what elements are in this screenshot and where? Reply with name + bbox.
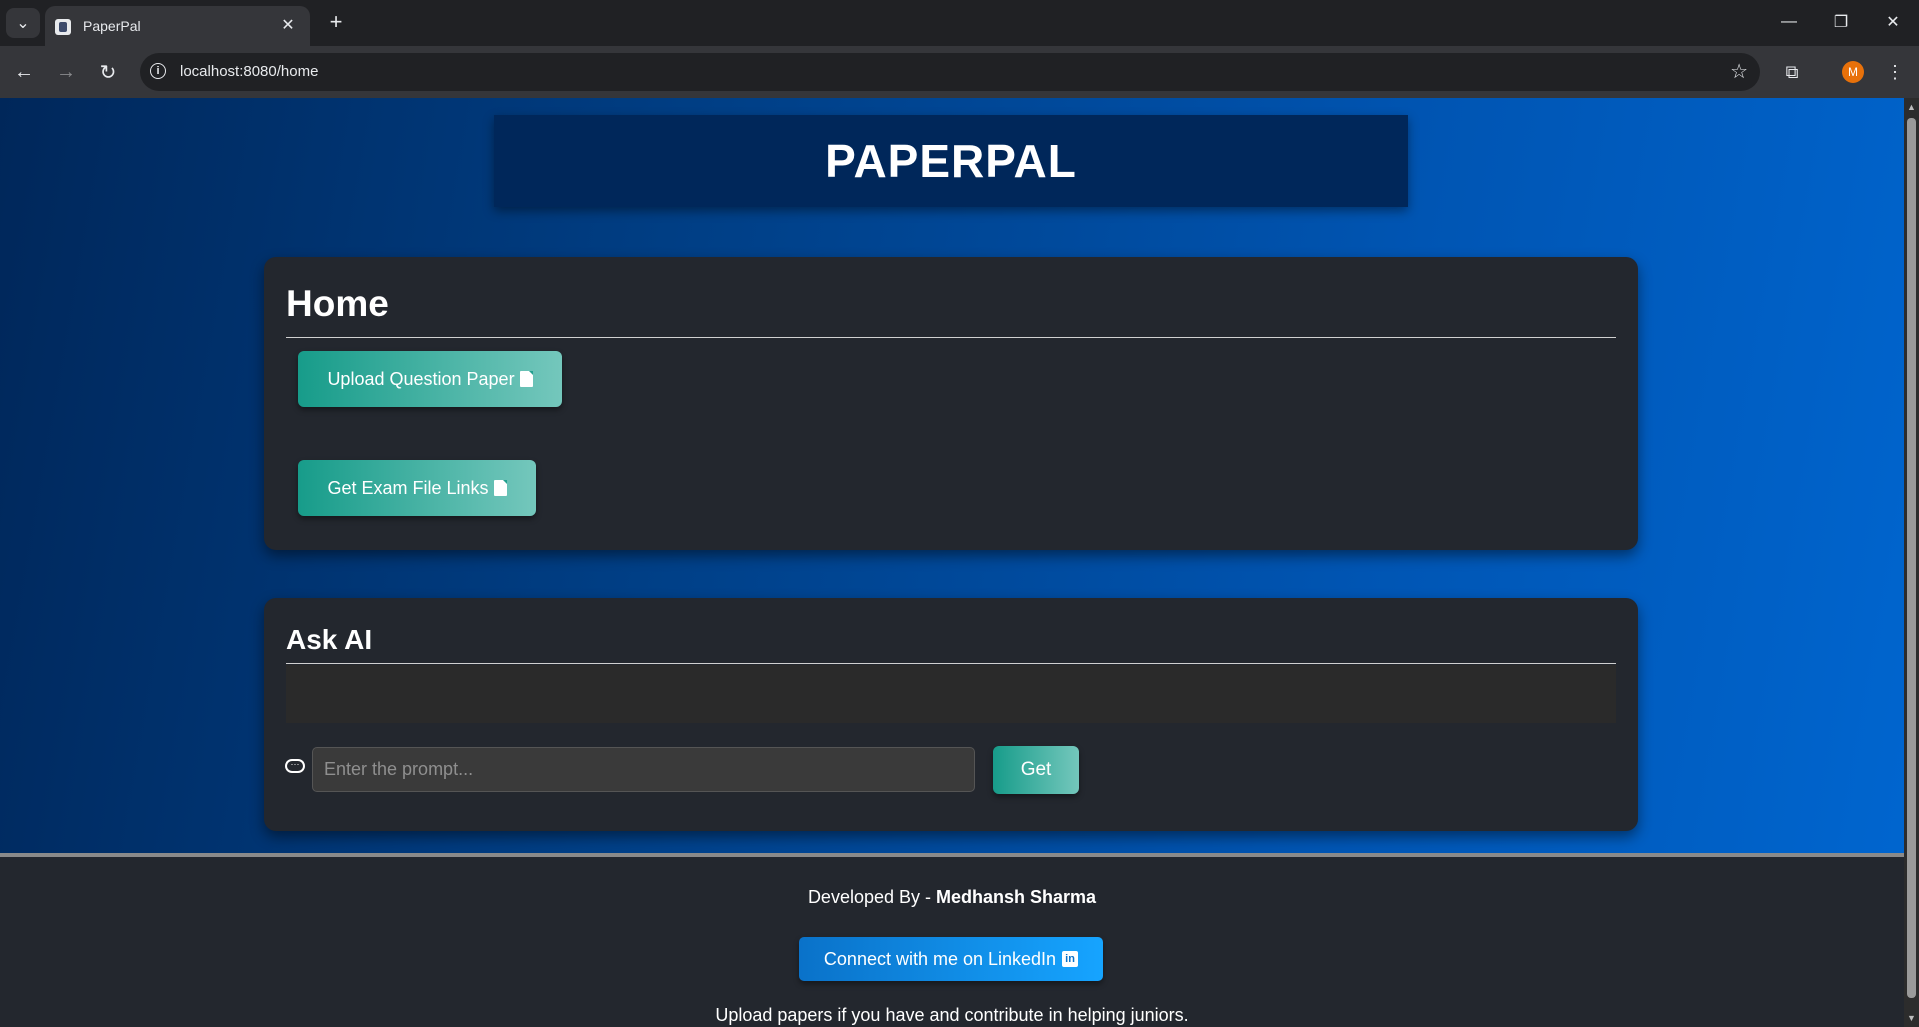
linkedin-icon: in [1062, 951, 1079, 967]
developer-name: Medhansh Sharma [936, 887, 1097, 907]
profile-avatar[interactable]: M [1842, 61, 1864, 83]
browser-toolbar: ← → ↻ i localhost:8080/home ☆ ⧉ ⋮ [0, 46, 1919, 98]
reload-icon[interactable]: ↻ [92, 56, 124, 88]
ai-response-area [286, 665, 1616, 723]
new-tab-button[interactable]: + [322, 8, 350, 36]
ask-ai-card: Ask AI ··· Get [264, 598, 1638, 831]
ask-ai-title: Ask AI [286, 624, 373, 655]
browser-tab-bar: ⌄ PaperPal ✕ + — ❐ ✕ [0, 0, 1919, 46]
url-text[interactable]: localhost:8080/home [180, 63, 318, 80]
close-window-button[interactable]: ✕ [1870, 6, 1916, 38]
menu-dots-icon[interactable]: ⋮ [1879, 56, 1911, 88]
scrollbar-thumb[interactable] [1907, 118, 1916, 998]
links-button-label: Get Exam File Links [327, 477, 489, 498]
scroll-down-icon[interactable]: ▼ [1904, 1011, 1919, 1025]
get-exam-file-links-button[interactable]: Get Exam File Links [298, 460, 536, 516]
footer-note: Upload papers if you have and contribute… [715, 1005, 1189, 1025]
ask-ai-divider [286, 663, 1616, 664]
browser-tab[interactable]: PaperPal ✕ [45, 6, 310, 46]
site-header: PAPERPAL [494, 115, 1408, 207]
extensions-icon[interactable]: ⧉ [1776, 56, 1808, 88]
home-divider [286, 337, 1616, 338]
vertical-scrollbar[interactable]: ▲ ▼ [1904, 98, 1919, 1027]
developer-credit: Developed By - Medhansh Sharma [0, 887, 1904, 908]
favicon-icon [55, 19, 71, 35]
page-viewport: PAPERPAL Home Upload Question Paper Get … [0, 98, 1904, 1027]
forward-icon[interactable]: → [50, 56, 82, 88]
close-tab-icon[interactable]: ✕ [276, 13, 300, 37]
developer-prefix: Developed By - [807, 887, 937, 907]
linkedin-button-label: Connect with me on LinkedIn [823, 948, 1057, 969]
minimize-button[interactable]: — [1766, 6, 1812, 38]
home-title: Home [286, 283, 389, 324]
home-card: Home Upload Question Paper Get Exam File… [264, 257, 1638, 550]
tab-search-button[interactable]: ⌄ [6, 8, 40, 38]
linkedin-button[interactable]: Connect with me on LinkedIn in [799, 937, 1103, 981]
bookmark-star-icon[interactable]: ☆ [1730, 59, 1748, 84]
file-download-icon [493, 480, 507, 496]
page-footer: Developed By - Medhansh Sharma Connect w… [0, 853, 1904, 1027]
prompt-input[interactable] [312, 747, 975, 792]
scroll-up-icon[interactable]: ▲ [1904, 100, 1919, 114]
address-bar[interactable]: i localhost:8080/home ☆ [140, 53, 1760, 91]
restore-button[interactable]: ❐ [1818, 6, 1864, 38]
get-button[interactable]: Get [993, 746, 1079, 794]
back-icon[interactable]: ← [8, 56, 40, 88]
upload-button-label: Upload Question Paper [327, 368, 515, 389]
site-info-icon[interactable]: i [150, 63, 166, 79]
site-title: PAPERPAL [825, 135, 1077, 187]
chat-bubble-icon: ··· [285, 759, 305, 773]
tab-title: PaperPal [83, 18, 141, 34]
file-upload-icon [519, 371, 533, 387]
upload-question-paper-button[interactable]: Upload Question Paper [298, 351, 562, 407]
